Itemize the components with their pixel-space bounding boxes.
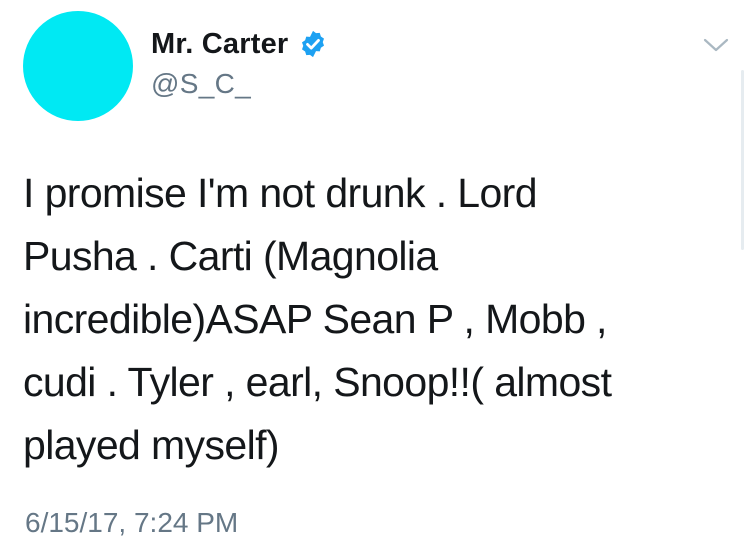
verified-badge-icon [302, 30, 325, 58]
scrollbar[interactable] [741, 70, 744, 250]
chevron-down-icon[interactable] [703, 36, 729, 54]
user-handle[interactable]: @S_C_ [151, 68, 328, 100]
tweet-header: Mr. Carter @S_C_ [151, 26, 328, 100]
name-row: Mr. Carter [151, 26, 328, 62]
tweet-card: Mr. Carter @S_C_ I promise I'm not drunk… [0, 0, 750, 560]
tweet-timestamp[interactable]: 6/15/17, 7:24 PM [25, 507, 238, 539]
tweet-text: I promise I'm not drunk . Lord Pusha . C… [23, 170, 612, 468]
display-name[interactable]: Mr. Carter [151, 28, 288, 61]
avatar[interactable] [23, 11, 133, 121]
